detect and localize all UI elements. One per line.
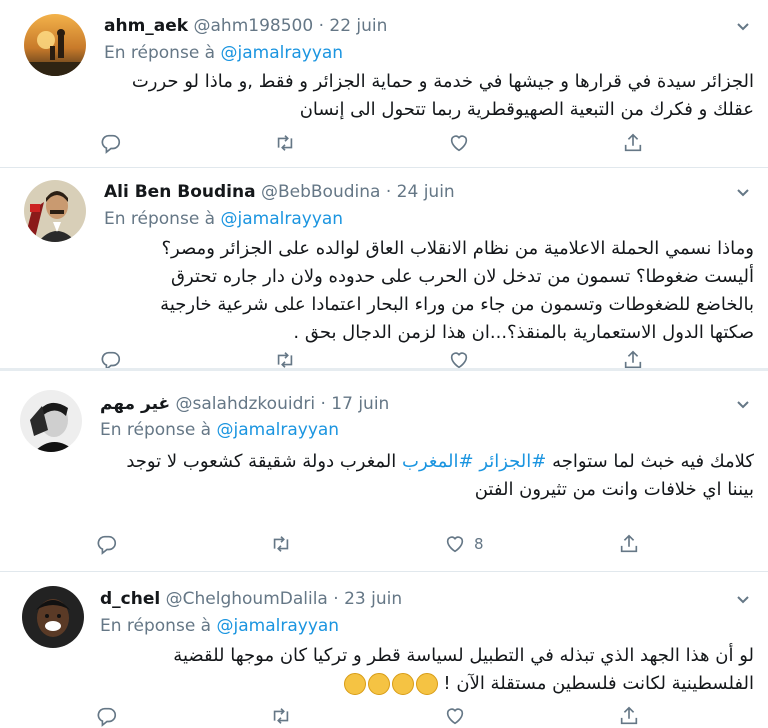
heart-icon bbox=[450, 135, 468, 152]
chevron-down-icon[interactable] bbox=[736, 20, 750, 34]
share-icon bbox=[620, 534, 638, 553]
tweet-4[interactable]: d_chel @ChelghoumDalila · 23 juin En rép… bbox=[0, 572, 768, 727]
heart-icon bbox=[446, 708, 464, 725]
frown-emoji-icon bbox=[343, 673, 366, 695]
reply-prefix: En réponse à bbox=[100, 420, 212, 440]
retweet-icon bbox=[277, 135, 293, 151]
tweet-text-line: الفلسطينية لكانت فلسطين مستقلة الآن ! bbox=[173, 670, 754, 698]
thinking-emoji-icon bbox=[415, 673, 438, 695]
reply-context: En réponse à @jamalrayyan bbox=[104, 208, 343, 230]
text-fragment: كلامك فيه خبث لما ستواجه bbox=[546, 451, 754, 472]
like-button[interactable] bbox=[448, 131, 478, 155]
tweet-header: d_chel @ChelghoumDalila · 23 juin bbox=[100, 588, 402, 610]
tweet-date[interactable]: 22 juin bbox=[329, 16, 387, 36]
tweet-text-line: عقلك و فكرك من التبعية الصهيوقطرية ربما … bbox=[299, 99, 754, 120]
share-button[interactable] bbox=[618, 704, 640, 728]
tweet-2[interactable]: Ali Ben Boudina @BebBoudina · 24 juin En… bbox=[0, 168, 768, 371]
heart-icon bbox=[446, 536, 464, 553]
text-fragment: الفلسطينية لكانت فلسطين مستقلة الآن ! bbox=[443, 673, 754, 694]
tweet-text: الجزائر سيدة في قرارها و جيشها في خدمة و… bbox=[132, 68, 754, 124]
reply-context: En réponse à @jamalrayyan bbox=[104, 42, 343, 64]
reply-icon bbox=[97, 535, 117, 555]
display-name[interactable]: Ali Ben Boudina bbox=[104, 182, 256, 202]
tweet-text-line: أليست ضغوطا؟ تسمون من تدخل لان الحرب على… bbox=[171, 266, 754, 287]
like-button[interactable]: 8 bbox=[444, 532, 484, 556]
share-button[interactable] bbox=[622, 131, 644, 155]
reply-context: En réponse à @jamalrayyan bbox=[100, 419, 339, 441]
user-handle[interactable]: @BebBoudina bbox=[261, 182, 380, 202]
tweet-text: لو أن هذا الجهد الذي تبذله في التطبيل لس… bbox=[173, 642, 754, 698]
like-button[interactable] bbox=[444, 704, 474, 728]
tweet-header: غير مهم @salahdzkouidri · 17 juin bbox=[100, 393, 389, 415]
avatar[interactable] bbox=[24, 180, 86, 242]
tweet-date[interactable]: 23 juin bbox=[344, 589, 402, 609]
display-name[interactable]: ahm_aek bbox=[104, 16, 188, 36]
share-button[interactable] bbox=[618, 532, 640, 556]
retweet-icon bbox=[273, 536, 289, 552]
tweet-3[interactable]: غير مهم @salahdzkouidri · 17 juin En rép… bbox=[0, 372, 768, 568]
tweet-text-line: صكتها الدول الاستعمارية بالمنقذ؟...ان هذ… bbox=[293, 322, 754, 343]
avatar[interactable] bbox=[22, 586, 84, 648]
tweet-actions bbox=[96, 704, 656, 728]
mention-link[interactable]: @jamalrayyan bbox=[217, 420, 340, 440]
tweet-date[interactable]: 17 juin bbox=[331, 394, 389, 414]
reply-icon bbox=[101, 134, 121, 154]
hashtag-link[interactable]: #المغرب bbox=[402, 451, 474, 472]
hashtag-link[interactable]: #الجزائر bbox=[479, 451, 546, 472]
mention-link[interactable]: @jamalrayyan bbox=[217, 616, 340, 636]
share-icon bbox=[624, 133, 642, 152]
tweet-actions: 8 bbox=[96, 532, 656, 556]
separator-dot: · bbox=[318, 16, 324, 36]
display-name[interactable]: d_chel bbox=[100, 589, 160, 609]
tweet-text-line: بيننا اي خلافات وانت من تثيرون الفتن bbox=[474, 479, 754, 500]
tweet-text: وماذا نسمي الحملة الاعلامية من نظام الان… bbox=[160, 235, 754, 347]
separator-dot: · bbox=[333, 589, 339, 609]
chevron-down-icon[interactable] bbox=[736, 398, 750, 412]
retweet-icon bbox=[273, 708, 289, 724]
reply-context: En réponse à @jamalrayyan bbox=[100, 615, 339, 637]
separator-dot: · bbox=[320, 394, 326, 414]
text-fragment: المغرب دولة شقيقة كشعوب لا توجد bbox=[126, 451, 403, 472]
like-count: 8 bbox=[474, 535, 484, 553]
mention-link[interactable]: @jamalrayyan bbox=[221, 209, 344, 229]
tweet-text: كلامك فيه خبث لما ستواجه #الجزائر #المغر… bbox=[126, 448, 754, 504]
reply-button[interactable] bbox=[96, 704, 118, 728]
retweet-button[interactable] bbox=[270, 532, 292, 556]
tweet-date[interactable]: 24 juin bbox=[397, 182, 455, 202]
separator-dot: · bbox=[385, 182, 392, 202]
tweet-divider bbox=[0, 368, 768, 371]
tweet-header: Ali Ben Boudina @BebBoudina · 24 juin bbox=[104, 181, 455, 203]
avatar[interactable] bbox=[20, 390, 82, 452]
tweet-text-line: كلامك فيه خبث لما ستواجه #الجزائر #المغر… bbox=[126, 448, 754, 476]
avatar[interactable] bbox=[24, 14, 86, 76]
user-handle[interactable]: @ahm198500 bbox=[194, 16, 314, 36]
tweet-text-line: لو أن هذا الجهد الذي تبذله في التطبيل لس… bbox=[173, 645, 754, 666]
tweet-actions bbox=[100, 131, 660, 155]
retweet-button[interactable] bbox=[270, 704, 292, 728]
user-handle[interactable]: @salahdzkouidri bbox=[176, 394, 316, 414]
reply-prefix: En réponse à bbox=[104, 43, 216, 63]
tweet-1[interactable]: ahm_aek @ahm198500 · 22 juin En réponse … bbox=[0, 0, 768, 165]
tweet-text-line: الجزائر سيدة في قرارها و جيشها في خدمة و… bbox=[131, 71, 754, 92]
retweet-button[interactable] bbox=[274, 131, 296, 155]
reply-button[interactable] bbox=[96, 532, 118, 556]
frown-emoji-icon bbox=[367, 673, 390, 695]
chevron-down-icon[interactable] bbox=[736, 186, 750, 200]
reply-prefix: En réponse à bbox=[100, 616, 212, 636]
reply-button[interactable] bbox=[100, 131, 122, 155]
reply-prefix: En réponse à bbox=[104, 209, 216, 229]
mention-link[interactable]: @jamalrayyan bbox=[221, 43, 344, 63]
share-icon bbox=[620, 706, 638, 725]
frown-emoji-icon bbox=[391, 673, 414, 695]
chevron-down-icon[interactable] bbox=[736, 593, 750, 607]
tweet-text-line: وماذا نسمي الحملة الاعلامية من نظام الان… bbox=[161, 238, 754, 259]
tweet-header: ahm_aek @ahm198500 · 22 juin bbox=[104, 15, 387, 37]
reply-icon bbox=[97, 707, 117, 727]
user-handle[interactable]: @ChelghoumDalila bbox=[166, 589, 328, 609]
display-name[interactable]: غير مهم bbox=[100, 394, 170, 414]
tweet-text-line: بالخاضع للضغوطات وتسمون من جاء من وراء ا… bbox=[160, 294, 754, 315]
